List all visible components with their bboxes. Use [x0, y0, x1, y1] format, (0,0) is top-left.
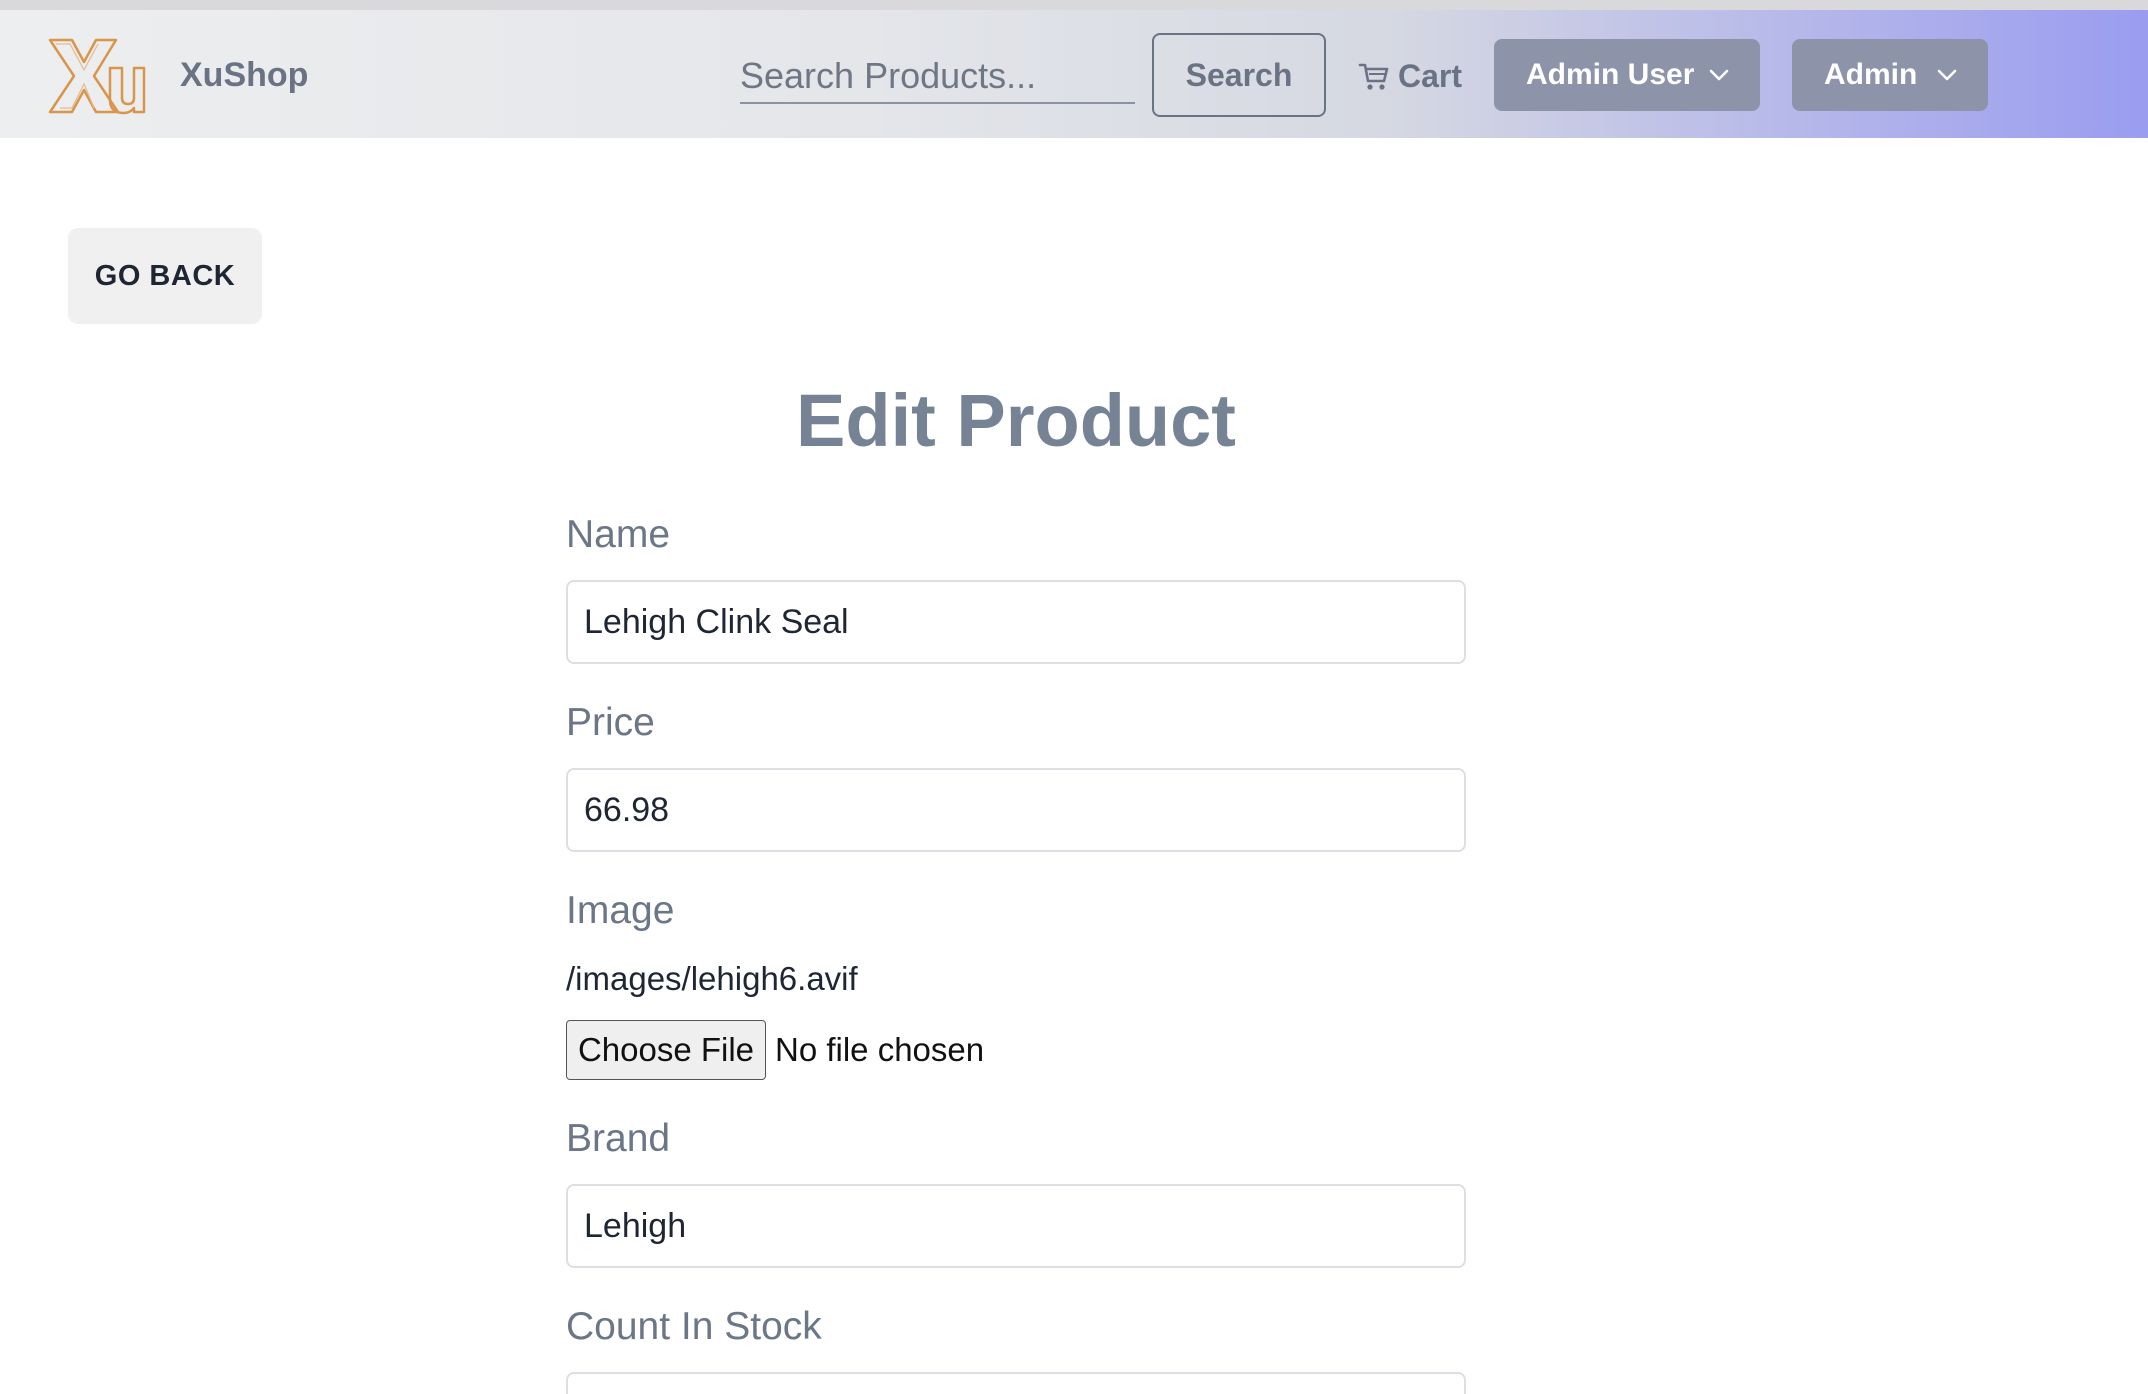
name-field[interactable]: Lehigh Clink Seal [566, 580, 1466, 664]
image-path: /images/lehigh6.avif [566, 960, 858, 997]
admin-label: Admin [1824, 58, 1918, 91]
image-label: Image [566, 889, 675, 932]
cart-link[interactable]: Cart [1358, 54, 1462, 98]
file-input[interactable]: Choose File No file chosen [566, 1020, 984, 1080]
brand-label: Brand [566, 1117, 671, 1160]
cart-icon [1358, 63, 1389, 90]
xu-logo[interactable] [46, 34, 146, 118]
search-button[interactable]: Search [1152, 33, 1326, 117]
brand-name[interactable]: XuShop [180, 56, 308, 95]
price-field[interactable]: 66.98 [566, 768, 1466, 852]
browser-top-strip [0, 0, 2148, 10]
name-label: Name [566, 513, 671, 556]
price-label: Price [566, 701, 655, 744]
choose-file-button[interactable]: Choose File [566, 1020, 766, 1080]
brand-field[interactable]: Lehigh [566, 1184, 1466, 1268]
chevron-down-icon [1937, 69, 1957, 81]
admin-user-dropdown[interactable]: Admin User [1494, 39, 1760, 111]
go-back-button[interactable]: GO BACK [68, 228, 262, 324]
file-status: No file chosen [775, 1031, 985, 1068]
admin-dropdown[interactable]: Admin [1792, 39, 1988, 111]
chevron-down-icon [1709, 69, 1729, 81]
page-title: Edit Product [796, 379, 1236, 462]
count-in-stock-label: Count In Stock [566, 1305, 822, 1348]
count-in-stock-field[interactable] [566, 1372, 1466, 1394]
search-input[interactable] [740, 50, 1135, 104]
admin-user-label: Admin User [1526, 58, 1695, 91]
navbar: XuShop Search Cart Admin User Admin [0, 10, 2148, 138]
cart-label: Cart [1398, 57, 1463, 94]
